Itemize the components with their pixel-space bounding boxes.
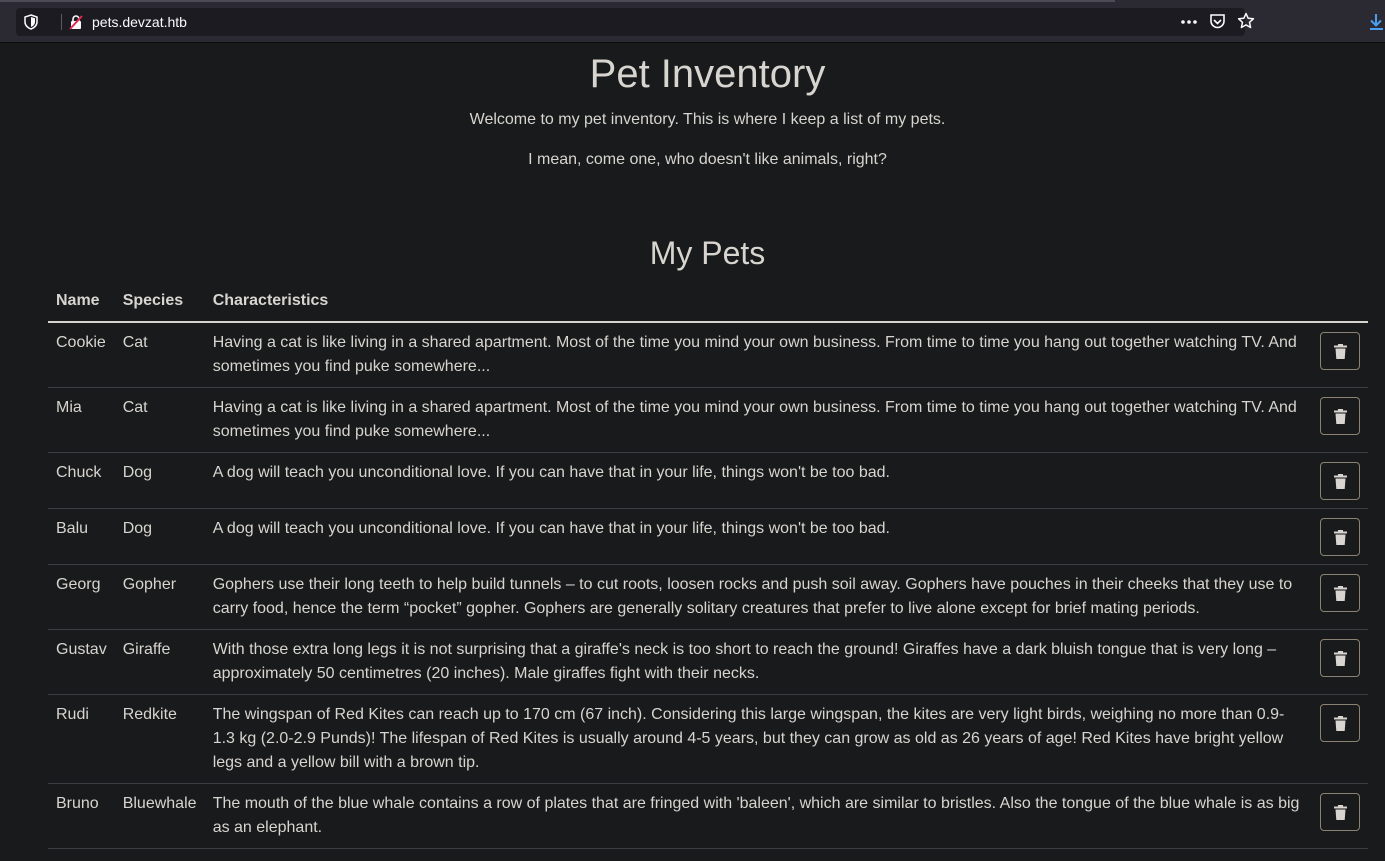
pet-characteristics: Having a cat is like living in a shared …	[204, 387, 1308, 453]
pets-table: Name Species Characteristics Cookie Cat …	[48, 284, 1368, 849]
pet-name: Balu	[48, 508, 115, 565]
pet-name: Cookie	[48, 322, 115, 388]
pet-name: Bruno	[48, 783, 115, 849]
urlbar-separator	[61, 14, 62, 30]
pet-name: Rudi	[48, 694, 115, 784]
column-header-name: Name	[48, 284, 115, 323]
insecure-lock-icon[interactable]	[68, 14, 84, 30]
page-title: Pet Inventory	[589, 52, 826, 96]
pet-characteristics: Gophers use their long teeth to help bui…	[204, 564, 1308, 630]
trash-icon	[1334, 344, 1347, 359]
table-row: Georg Gopher Gophers use their long teet…	[48, 564, 1368, 630]
pet-species: Dog	[114, 452, 205, 509]
delete-pet-button[interactable]	[1320, 704, 1360, 742]
trash-icon	[1334, 474, 1347, 489]
pet-species: Cat	[114, 387, 205, 453]
pet-species: Dog	[114, 508, 205, 565]
table-header-row: Name Species Characteristics	[48, 284, 1368, 323]
delete-pet-button[interactable]	[1320, 574, 1360, 612]
column-header-species: Species	[114, 284, 205, 323]
pet-species: Bluewhale	[114, 783, 205, 849]
column-header-characteristics: Characteristics	[204, 284, 1308, 323]
intro-text: Welcome to my pet inventory. This is whe…	[469, 111, 946, 128]
trash-icon	[1334, 805, 1347, 820]
pet-characteristics: The wingspan of Red Kites can reach up t…	[204, 694, 1308, 784]
tracking-shield-icon[interactable]	[24, 14, 38, 30]
delete-pet-button[interactable]	[1320, 518, 1360, 556]
pet-species: Cat	[114, 322, 205, 388]
url-text[interactable]: pets.devzat.htb	[92, 14, 187, 30]
browser-toolbar: pets.devzat.htb	[0, 0, 1385, 43]
download-arrow-icon[interactable]	[1368, 12, 1385, 32]
delete-pet-button[interactable]	[1320, 793, 1360, 831]
pet-species: Gopher	[114, 564, 205, 630]
pet-characteristics: With those extra long legs it is not sur…	[204, 629, 1308, 695]
trash-icon	[1334, 409, 1347, 424]
trash-icon	[1334, 716, 1347, 731]
trash-icon	[1334, 530, 1347, 545]
page-content: Pet Inventory Welcome to my pet inventor…	[0, 44, 1385, 861]
table-row: Mia Cat Having a cat is like living in a…	[48, 387, 1368, 453]
pet-name: Gustav	[48, 629, 115, 695]
pet-name: Chuck	[48, 452, 115, 509]
delete-pet-button[interactable]	[1320, 462, 1360, 500]
delete-pet-button[interactable]	[1320, 639, 1360, 677]
bookmark-star-icon[interactable]	[1237, 12, 1255, 30]
pet-characteristics: A dog will teach you unconditional love.…	[204, 508, 1308, 565]
pocket-icon[interactable]	[1209, 13, 1226, 30]
pet-characteristics: A dog will teach you unconditional love.…	[204, 452, 1308, 509]
pet-characteristics: Having a cat is like living in a shared …	[204, 322, 1308, 388]
trash-icon	[1334, 651, 1347, 666]
table-row: Chuck Dog A dog will teach you unconditi…	[48, 452, 1368, 509]
intro-subtext: I mean, come one, who doesn't like anima…	[528, 151, 887, 168]
table-row: Cookie Cat Having a cat is like living i…	[48, 322, 1368, 388]
pet-name: Mia	[48, 387, 115, 453]
table-row: Bruno Bluewhale The mouth of the blue wh…	[48, 783, 1368, 849]
pet-species: Redkite	[114, 694, 205, 784]
column-header-actions	[1308, 284, 1368, 323]
table-row: Rudi Redkite The wingspan of Red Kites c…	[48, 694, 1368, 784]
section-title: My Pets	[649, 235, 766, 271]
delete-pet-button[interactable]	[1320, 332, 1360, 370]
pet-characteristics: The mouth of the blue whale contains a r…	[204, 783, 1308, 849]
pet-species: Giraffe	[114, 629, 205, 695]
page-actions-dots-icon[interactable]	[1179, 16, 1199, 28]
tab-strip-indicator	[0, 0, 1115, 2]
pet-name: Georg	[48, 564, 115, 630]
delete-pet-button[interactable]	[1320, 397, 1360, 435]
address-bar[interactable]: pets.devzat.htb	[16, 8, 1255, 36]
trash-icon	[1334, 586, 1347, 601]
table-row: Gustav Giraffe With those extra long leg…	[48, 629, 1368, 695]
table-row: Balu Dog A dog will teach you unconditio…	[48, 508, 1368, 565]
